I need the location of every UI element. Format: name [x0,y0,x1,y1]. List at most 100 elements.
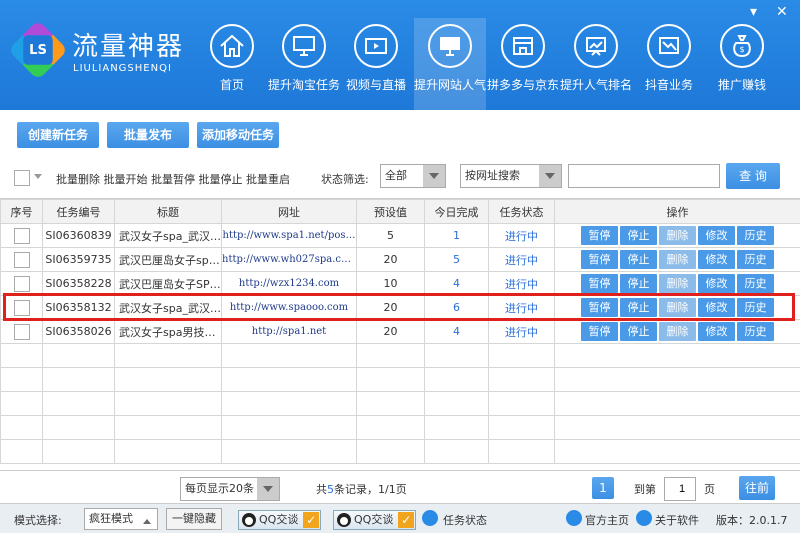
nav-promote[interactable]: $ 推广赚钱 [706,24,778,93]
close-button[interactable]: ✕ [776,4,788,20]
nav-home[interactable]: 首页 [196,24,268,93]
delete-button[interactable]: 删除 [659,322,696,341]
stop-button[interactable]: 停止 [620,274,657,293]
nav-taobao[interactable]: 提升淘宝任务 [268,24,340,93]
stop-button[interactable]: 停止 [620,226,657,245]
row-checkbox[interactable] [13,227,30,244]
search-mode-value: 按网址搜索 [465,169,520,182]
page-1-button[interactable]: 1 [592,477,614,499]
task-status: 进行中 [488,295,555,320]
stop-button[interactable]: 停止 [620,298,657,317]
search-mode-select[interactable]: 按网址搜索 [460,164,562,188]
history-button[interactable]: 历史 [737,322,774,341]
empty-cell [0,367,43,392]
empty-cell [424,391,489,416]
nav-website[interactable]: 提升网站人气 [414,18,486,110]
task-status: 进行中 [488,271,555,296]
about-link[interactable]: 关于软件 [655,512,699,528]
status-select[interactable]: 全部 [380,164,446,188]
delete-button[interactable]: 删除 [659,226,696,245]
per-page-value: 每页显示20条 [185,482,254,495]
per-page-select[interactable]: 每页显示20条 [180,477,280,501]
empty-cell [424,415,489,440]
batch-operations[interactable]: 批量删除 批量开始 批量暂停 批量停止 批量重启 [56,171,290,187]
nav-label: 提升网站人气 [414,78,487,92]
row-checkbox[interactable] [13,323,30,340]
logo-letters: LS [23,35,53,65]
empty-cell [42,439,115,464]
row-checkbox[interactable] [13,275,30,292]
delete-button[interactable]: 删除 [659,250,696,269]
goto-page-input[interactable] [664,477,696,501]
task-status: 进行中 [488,319,555,344]
chevron-down-icon[interactable] [34,174,42,183]
empty-cell [221,439,357,464]
history-button[interactable]: 历史 [737,274,774,293]
check-icon: ✓ [303,512,320,528]
add-mobile-task-button[interactable]: 添加移动任务 [197,122,279,148]
edit-button[interactable]: 修改 [698,226,735,245]
history-button[interactable]: 历史 [737,250,774,269]
qq-chat-button-1[interactable]: QQ交谈 ✓ [238,510,322,530]
empty-cell [356,391,425,416]
preset-value: 20 [356,295,425,320]
empty-row [0,415,800,440]
empty-cell [42,415,115,440]
select-all-checkbox[interactable] [14,170,30,186]
nav-video[interactable]: 视频与直播 [340,24,412,93]
records-prefix: 共 [316,483,327,496]
edit-button[interactable]: 修改 [698,250,735,269]
row-checkbox[interactable] [13,299,30,316]
done-today: 4 [424,319,489,344]
row-checkbox[interactable] [13,251,30,268]
stop-button[interactable]: 停止 [620,322,657,341]
qq-chat-button-2[interactable]: QQ交谈 ✓ [333,510,417,530]
edit-button[interactable]: 修改 [698,274,735,293]
nav-pdd-jd[interactable]: 拼多多与京东 [487,24,559,93]
qq-label: QQ交谈 [354,513,394,526]
video-icon [354,24,398,68]
edit-button[interactable]: 修改 [698,298,735,317]
delete-button[interactable]: 删除 [659,274,696,293]
task-id: SI06358228 [42,271,115,296]
query-button[interactable]: 查 询 [726,163,780,189]
table-row: SI06359735 武汉巴厘岛女子sp… http://www.wh027spa.… [0,247,800,272]
empty-cell [554,343,800,368]
operations-cell: 暂停 停止 删除 修改 历史 [554,319,800,344]
pause-button[interactable]: 暂停 [581,322,618,341]
empty-cell [488,391,555,416]
task-title: 武汉女子spa_武汉… [114,295,222,320]
col-header: 任务编号 [42,199,115,224]
minimize-button[interactable]: ▾ [750,4,757,20]
task-status-link[interactable]: 任务状态 [443,512,487,528]
nav-ranking[interactable]: 提升人气排名 [560,24,632,93]
empty-cell [42,391,115,416]
pause-button[interactable]: 暂停 [581,298,618,317]
delete-button[interactable]: 删除 [659,298,696,317]
homepage-link[interactable]: 官方主页 [585,512,629,528]
trend-icon [647,24,691,68]
stop-button[interactable]: 停止 [620,250,657,269]
history-button[interactable]: 历史 [737,298,774,317]
done-today: 1 [424,223,489,248]
status-filter-label: 状态筛选: [321,173,369,186]
preset-value: 10 [356,271,425,296]
mode-select[interactable]: 疯狂模式 [84,508,158,530]
pause-button[interactable]: 暂停 [581,226,618,245]
history-button[interactable]: 历史 [737,226,774,245]
edit-button[interactable]: 修改 [698,322,735,341]
go-button[interactable]: 往前 [739,476,775,500]
pause-button[interactable]: 暂停 [581,250,618,269]
create-task-button[interactable]: 创建新任务 [17,122,99,148]
one-key-hide-button[interactable]: 一键隐藏 [166,508,222,530]
empty-cell [114,391,222,416]
empty-cell [0,343,43,368]
nav-douyin[interactable]: 抖音业务 [633,24,705,93]
task-url: http://spa1.net [221,319,357,344]
batch-publish-button[interactable]: 批量发布 [107,122,189,148]
task-title: 武汉巴厘岛女子sp… [114,247,222,272]
pause-button[interactable]: 暂停 [581,274,618,293]
task-title: 武汉女子spa_武汉… [114,223,222,248]
search-input[interactable] [568,164,720,188]
chart-board-icon [574,24,618,68]
